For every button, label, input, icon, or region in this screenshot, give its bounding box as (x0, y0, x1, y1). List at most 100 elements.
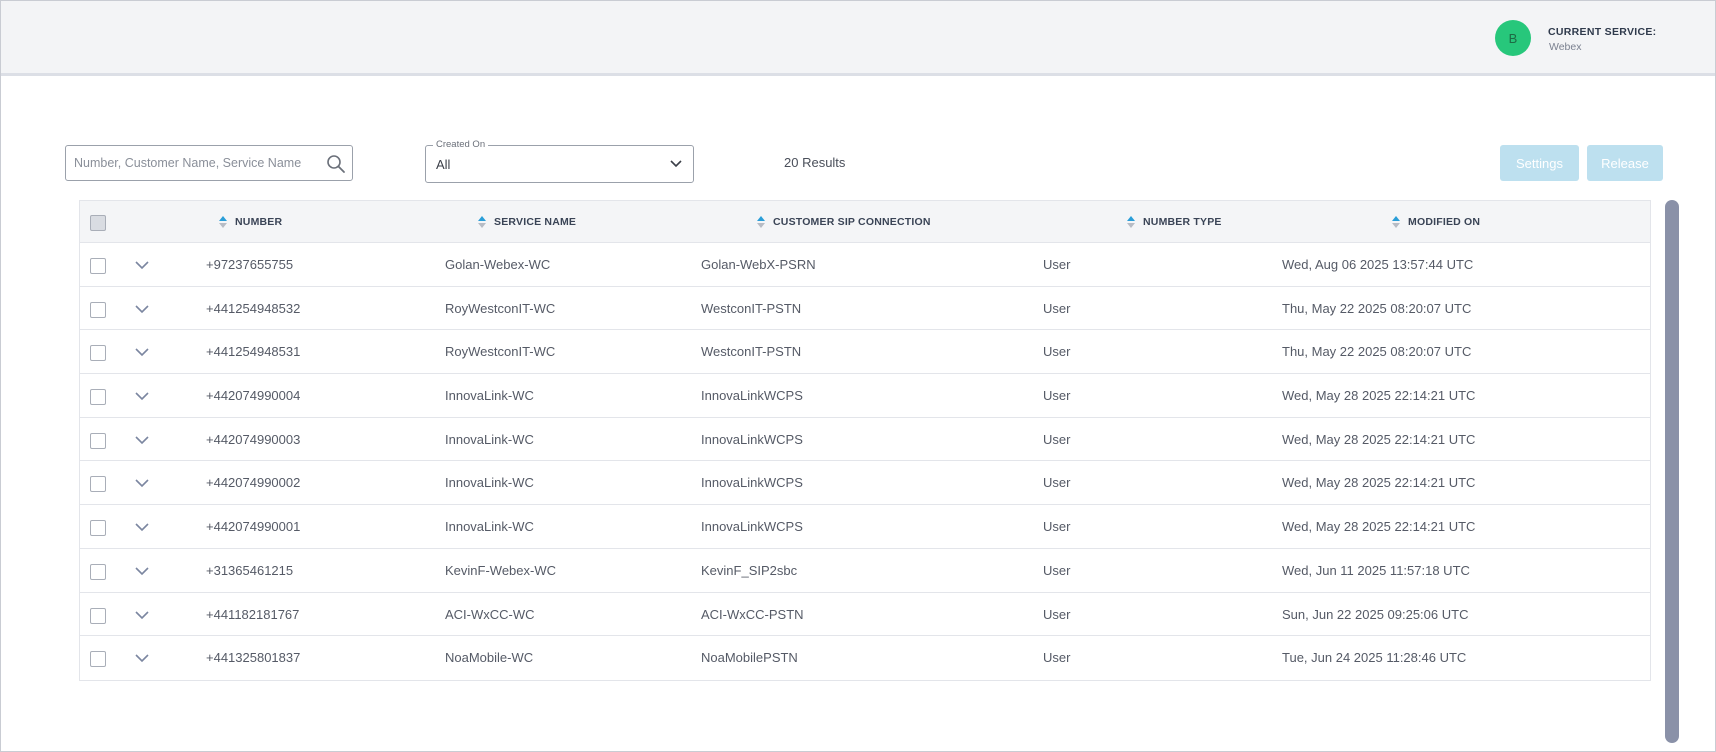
cell-service-name: InnovaLink-WC (445, 388, 534, 404)
row-checkbox[interactable] (90, 258, 106, 274)
cell-number: +441182181767 (206, 606, 300, 622)
cell-modified-on: Tue, Jun 24 2025 11:28:46 UTC (1282, 650, 1467, 666)
cell-number: +442074990003 (206, 431, 301, 447)
cell-sip-connection: InnovaLinkWCPS (701, 475, 803, 491)
expand-chevron-icon[interactable] (134, 609, 150, 621)
expand-chevron-icon[interactable] (134, 652, 150, 664)
cell-number: +442074990002 (206, 475, 301, 491)
expand-chevron-icon[interactable] (134, 259, 150, 271)
table-row[interactable]: +441254948532 RoyWestconIT-WC WestconIT-PS… (80, 286, 1650, 331)
column-label: NUMBER (235, 216, 283, 228)
sort-icon[interactable] (219, 216, 227, 228)
current-service-label: CURRENT SERVICE: (1548, 26, 1657, 38)
cell-number-type: User (1043, 562, 1071, 578)
cell-sip-connection: ACI-WxCC-PSTN (701, 606, 804, 622)
cell-sip-connection: WestconIT-PSTN (701, 344, 802, 360)
select-all-checkbox[interactable] (90, 215, 106, 231)
cell-service-name: ACI-WxCC-WC (445, 606, 535, 622)
cell-number: +31365461215 (206, 562, 294, 578)
table-row[interactable]: +442074990003 InnovaLink-WC InnovaLinkWCPS… (80, 417, 1650, 462)
cell-modified-on: Wed, May 28 2025 22:14:21 UTC (1282, 388, 1476, 404)
row-checkbox[interactable] (90, 607, 106, 624)
cell-sip-connection: InnovaLinkWCPS (701, 519, 803, 535)
column-header-modified-on[interactable]: MODIFIED ON (1392, 201, 1480, 243)
cell-modified-on: Sun, Jun 22 2025 09:25:06 UTC (1282, 606, 1469, 622)
cell-service-name: RoyWestconIT-WC (445, 344, 556, 360)
table-row[interactable]: +441182181767 ACI-WxCC-WC ACI-WxCC-PSTN Use… (80, 592, 1650, 637)
cell-modified-on: Wed, May 28 2025 22:14:21 UTC (1282, 519, 1476, 535)
sort-icon[interactable] (757, 216, 765, 228)
cell-sip-connection: InnovaLinkWCPS (701, 388, 803, 404)
cell-service-name: InnovaLink-WC (445, 475, 534, 491)
table-row[interactable]: +442074990002 InnovaLink-WC InnovaLinkWCPS… (80, 461, 1650, 506)
sort-icon[interactable] (1127, 216, 1135, 228)
search-box[interactable] (65, 145, 353, 181)
cell-sip-connection: WestconIT-PSTN (701, 300, 802, 316)
expand-chevron-icon[interactable] (134, 477, 150, 489)
row-checkbox[interactable] (90, 563, 106, 580)
row-checkbox[interactable] (90, 345, 106, 362)
current-service-value: Webex (1549, 41, 1582, 53)
created-on-value: All (436, 157, 451, 172)
settings-button[interactable]: Settings (1500, 145, 1579, 181)
avatar[interactable]: B (1495, 20, 1531, 56)
expand-chevron-icon[interactable] (134, 434, 150, 446)
expand-chevron-icon[interactable] (134, 346, 150, 358)
cell-number-type: User (1043, 344, 1071, 360)
cell-service-name: Golan-Webex-WC (445, 257, 551, 272)
top-bar: B CURRENT SERVICE: Webex (1, 1, 1715, 76)
column-header-service-name[interactable]: SERVICE NAME (478, 201, 576, 243)
table-row[interactable]: +31365461215 KevinF-Webex-WC KevinF_SIP2sb… (80, 548, 1650, 593)
cell-number-type: User (1043, 257, 1071, 272)
cell-modified-on: Wed, May 28 2025 22:14:21 UTC (1282, 475, 1476, 491)
column-header-number-type[interactable]: NUMBER TYPE (1127, 201, 1222, 243)
row-checkbox[interactable] (90, 301, 106, 318)
cell-service-name: NoaMobile-WC (445, 650, 534, 666)
chevron-down-icon (670, 160, 682, 168)
row-checkbox[interactable] (90, 476, 106, 493)
cell-modified-on: Wed, Aug 06 2025 13:57:44 UTC (1282, 257, 1474, 272)
expand-chevron-icon[interactable] (134, 521, 150, 533)
cell-number: +441254948531 (206, 344, 301, 360)
expand-chevron-icon[interactable] (134, 390, 150, 402)
row-checkbox[interactable] (90, 432, 106, 449)
column-label: SERVICE NAME (494, 216, 577, 228)
release-button[interactable]: Release (1587, 145, 1663, 181)
table-row[interactable]: +97237655755 Golan-Webex-WC Golan-WebX-PSR… (80, 243, 1650, 287)
table-body: +97237655755 Golan-Webex-WC Golan-WebX-PSR… (80, 243, 1650, 680)
cell-sip-connection: InnovaLinkWCPS (701, 431, 803, 447)
table-row[interactable]: +441325801837 NoaMobile-WC NoaMobilePSTN Us… (80, 636, 1650, 680)
table-row[interactable]: +442074990004 InnovaLink-WC InnovaLinkWCPS… (80, 374, 1650, 418)
expand-chevron-icon[interactable] (134, 565, 150, 577)
table-row[interactable]: +441254948531 RoyWestconIT-WC WestconIT-PS… (80, 330, 1650, 375)
cell-service-name: KevinF-Webex-WC (445, 562, 557, 578)
sort-icon[interactable] (1392, 216, 1400, 228)
expand-chevron-icon[interactable] (134, 303, 150, 315)
cell-number-type: User (1043, 650, 1071, 666)
cell-number: +441254948532 (206, 300, 301, 316)
cell-modified-on: Thu, May 22 2025 08:20:07 UTC (1282, 300, 1472, 316)
row-checkbox[interactable] (90, 389, 106, 406)
search-input[interactable] (74, 146, 319, 180)
vertical-scrollbar[interactable] (1665, 200, 1679, 743)
cell-number-type: User (1043, 388, 1071, 404)
cell-number: +441325801837 (206, 650, 301, 666)
column-header-customer-sip-connection[interactable]: CUSTOMER SIP CONNECTION (757, 201, 931, 243)
numbers-table: NUMBER SERVICE NAME CUSTOMER SIP CONNECT… (79, 200, 1651, 681)
row-checkbox[interactable] (90, 520, 106, 537)
cell-sip-connection: KevinF_SIP2sbc (701, 562, 798, 578)
table-row[interactable]: +442074990001 InnovaLink-WC InnovaLinkWCPS… (80, 505, 1650, 549)
cell-service-name: RoyWestconIT-WC (445, 300, 556, 316)
column-label: MODIFIED ON (1408, 216, 1481, 228)
cell-modified-on: Thu, May 22 2025 08:20:07 UTC (1282, 344, 1472, 360)
cell-sip-connection: Golan-WebX-PSRN (701, 257, 816, 272)
table-header: NUMBER SERVICE NAME CUSTOMER SIP CONNECT… (80, 201, 1650, 243)
cell-modified-on: Wed, May 28 2025 22:14:21 UTC (1282, 431, 1476, 447)
column-header-number[interactable]: NUMBER (219, 201, 282, 243)
sort-icon[interactable] (478, 216, 486, 228)
cell-number: +442074990004 (206, 388, 301, 404)
cell-number: +442074990001 (206, 519, 301, 535)
row-checkbox[interactable] (90, 651, 106, 668)
search-icon[interactable] (326, 154, 346, 174)
created-on-select[interactable]: Created On All (425, 139, 694, 183)
